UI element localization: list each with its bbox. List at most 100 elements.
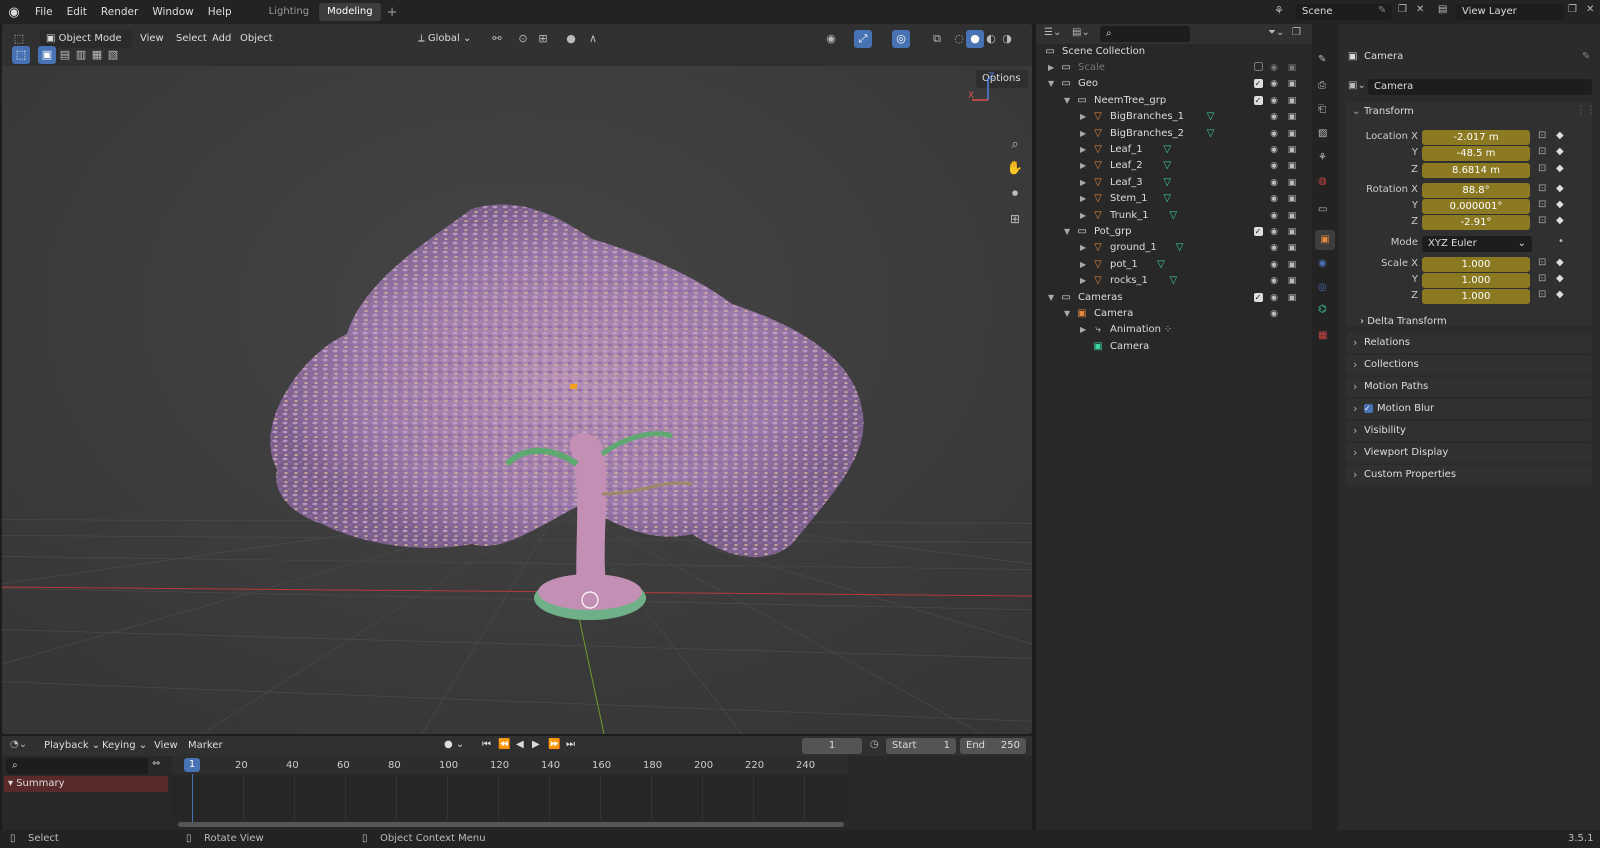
rendered-shading-icon[interactable]: ◑ bbox=[998, 30, 1016, 48]
eye-icon[interactable]: ◉ bbox=[1268, 210, 1280, 222]
add-menu[interactable]: Add bbox=[212, 30, 231, 48]
render-camera-icon[interactable]: ▣ bbox=[1286, 128, 1298, 140]
3d-viewport[interactable]: ⬚ ▣ Object Mode ⌄ View Select Add Object… bbox=[2, 24, 1032, 734]
snap-target-icon[interactable]: ⊞ bbox=[534, 30, 552, 48]
outliner-row[interactable]: ▶ ▽ pot_1 ▽ ◉ ▣ bbox=[1036, 257, 1312, 273]
eye-icon[interactable]: ◉ bbox=[1268, 144, 1280, 156]
lock-icon[interactable]: ⊡ bbox=[1538, 215, 1546, 226]
eye-icon[interactable]: ◉ bbox=[1268, 177, 1280, 189]
proportional-edit-icon[interactable]: ● bbox=[562, 30, 580, 48]
eye-icon[interactable]: ◉ bbox=[1268, 111, 1280, 123]
visibility-filter-icon[interactable]: ◉ bbox=[822, 30, 840, 48]
zoom-icon[interactable]: ⌕ bbox=[1006, 136, 1024, 154]
eye-icon[interactable]: ◉ bbox=[1268, 308, 1280, 320]
expand-arrow-icon[interactable]: ▶ bbox=[1080, 142, 1086, 158]
exclude-checkbox[interactable]: ✓ bbox=[1252, 292, 1264, 304]
outliner-row[interactable]: ▶ ▽ Leaf_2 ▽ ◉ ▣ bbox=[1036, 158, 1312, 174]
outliner-row[interactable]: ▶ ▽ Leaf_1 ▽ ◉ ▣ bbox=[1036, 142, 1312, 158]
keying-menu[interactable]: Keying ⌄ bbox=[102, 740, 147, 751]
render-camera-icon[interactable]: ▣ bbox=[1286, 259, 1298, 271]
play-reverse-icon[interactable]: ◀ bbox=[516, 739, 524, 750]
transform-header[interactable]: Transform bbox=[1364, 106, 1414, 117]
motion-blur-checkbox[interactable]: ✓ bbox=[1364, 404, 1373, 413]
new-collection-icon[interactable]: ❐ bbox=[1292, 27, 1301, 38]
snap-icon[interactable]: ⊙ bbox=[514, 30, 532, 48]
transform-orientation-dropdown[interactable]: ⟂ Global ⌄ bbox=[418, 30, 471, 48]
playhead-frame[interactable]: 1 bbox=[184, 758, 200, 772]
eye-icon[interactable]: ◉ bbox=[1268, 226, 1280, 238]
falloff-icon[interactable]: ∧ bbox=[584, 30, 602, 48]
transform-drag-icon[interactable]: ⋮⋮ bbox=[1576, 105, 1596, 116]
panel-relations[interactable]: Relations bbox=[1346, 333, 1592, 353]
jump-start-icon[interactable]: ⏮ bbox=[482, 739, 491, 750]
datablock-name-field[interactable]: Camera bbox=[1368, 79, 1592, 95]
outliner-editor-icon[interactable]: ☰⌄ bbox=[1044, 27, 1061, 38]
eye-icon[interactable]: ◉ bbox=[1268, 259, 1280, 271]
mode-keyframe-dot[interactable]: • bbox=[1558, 236, 1564, 247]
scene-type-icon[interactable]: ⚘ bbox=[1274, 4, 1284, 17]
timeline-scrollbar[interactable] bbox=[178, 822, 844, 827]
object-menu[interactable]: Object bbox=[240, 30, 273, 48]
panel-custom-properties[interactable]: Custom Properties bbox=[1346, 465, 1592, 485]
rotation-z-field[interactable]: -2.91° bbox=[1422, 215, 1530, 230]
display-mode-icon[interactable]: ▤⌄ bbox=[1072, 27, 1090, 38]
current-frame-field[interactable]: 1 bbox=[802, 738, 862, 754]
clock-icon[interactable]: ◷ bbox=[870, 739, 879, 750]
mesh-data-icon[interactable]: ▽ bbox=[1161, 193, 1173, 205]
select-tool-icon[interactable]: ⬚ bbox=[12, 46, 30, 64]
view-layer-field[interactable]: View Layer bbox=[1456, 4, 1564, 20]
mesh-data-icon[interactable]: ▽ bbox=[1161, 160, 1173, 172]
mesh-data-icon[interactable]: ▽ bbox=[1161, 177, 1173, 189]
exclude-checkbox[interactable]: ✓ bbox=[1252, 78, 1264, 90]
outliner-row[interactable]: ▼ ▭ Pot_grp ✓ ◉ ▣ bbox=[1036, 224, 1312, 240]
eye-icon[interactable]: ◉ bbox=[1268, 193, 1280, 205]
eye-icon[interactable]: ◉ bbox=[1268, 78, 1280, 90]
timeline-search[interactable]: ⌕ bbox=[6, 758, 148, 774]
render-camera-icon[interactable]: ▣ bbox=[1286, 210, 1298, 222]
mesh-data-icon[interactable]: ▽ bbox=[1205, 128, 1217, 140]
render-camera-icon[interactable]: ▣ bbox=[1286, 226, 1298, 238]
render-camera-icon[interactable]: ▣ bbox=[1286, 111, 1298, 123]
outliner-row[interactable]: ▣ Camera bbox=[1036, 339, 1312, 355]
delta-transform-subpanel[interactable]: › Delta Transform bbox=[1360, 316, 1447, 327]
tool-tab-icon[interactable]: ✎ bbox=[1318, 54, 1326, 65]
eye-icon[interactable]: ◉ bbox=[1268, 128, 1280, 140]
scene-tab-icon[interactable]: ⚘ bbox=[1318, 152, 1327, 163]
expand-arrow-icon[interactable]: ▼ bbox=[1064, 93, 1070, 109]
mesh-data-icon[interactable]: ▽ bbox=[1155, 259, 1167, 271]
rotation-x-field[interactable]: 88.8° bbox=[1422, 183, 1530, 198]
exclude-checkbox[interactable]: ✓ bbox=[1252, 95, 1264, 107]
scale-y-field[interactable]: 1.000 bbox=[1422, 273, 1530, 288]
rotation-mode-dropdown[interactable]: XYZ Euler ⌄ bbox=[1422, 236, 1532, 252]
filter-icon[interactable]: ⏷⌄ bbox=[1268, 27, 1284, 38]
outliner-row[interactable]: ▶ ▽ Stem_1 ▽ ◉ ▣ bbox=[1036, 191, 1312, 207]
keyframe-icon[interactable]: ◆ bbox=[1556, 146, 1564, 157]
navigation-gizmo[interactable] bbox=[964, 72, 1004, 112]
eye-icon[interactable]: ◉ bbox=[1268, 275, 1280, 287]
outliner-row[interactable]: ▶ ▭ Scale ◉ ▣ bbox=[1036, 60, 1312, 76]
keyframe-icon[interactable]: ◆ bbox=[1556, 273, 1564, 284]
outliner-row[interactable]: ▶ ▽ Trunk_1 ▽ ◉ ▣ bbox=[1036, 208, 1312, 224]
object-tab-icon[interactable]: ▣ bbox=[1315, 230, 1335, 250]
modifier-tab-icon[interactable]: ◉ bbox=[1318, 258, 1327, 269]
render-camera-icon[interactable]: ▣ bbox=[1286, 144, 1298, 156]
keyframe-icon[interactable]: ◆ bbox=[1556, 215, 1564, 226]
expand-arrow-icon[interactable]: ▶ bbox=[1080, 175, 1086, 191]
location-y-field[interactable]: -48.5 m bbox=[1422, 146, 1530, 161]
outliner-row[interactable]: ▶ ⤷ Animation ⁘ bbox=[1036, 322, 1312, 338]
view-menu[interactable]: View bbox=[140, 30, 164, 48]
lock-icon[interactable]: ⊡ bbox=[1538, 183, 1546, 194]
panel-viewport-display[interactable]: Viewport Display bbox=[1346, 443, 1592, 463]
render-camera-icon[interactable]: ▣ bbox=[1286, 62, 1298, 74]
gizmo-toggle-icon[interactable]: ⤢ bbox=[854, 30, 872, 48]
outliner-search[interactable]: ⌕ bbox=[1100, 26, 1190, 42]
jump-end-icon[interactable]: ⏭ bbox=[566, 739, 575, 750]
add-workspace-icon[interactable]: + bbox=[387, 5, 398, 20]
expand-arrow-icon[interactable]: ▶ bbox=[1080, 257, 1086, 273]
lock-icon[interactable]: ⊡ bbox=[1538, 273, 1546, 284]
xray-toggle-icon[interactable]: ⧉ bbox=[928, 30, 946, 48]
panel-motion-paths[interactable]: Motion Paths bbox=[1346, 377, 1592, 397]
pin-properties-icon[interactable]: ✎ bbox=[1582, 51, 1590, 62]
mesh-data-icon[interactable]: ▽ bbox=[1205, 111, 1217, 123]
end-frame-field[interactable]: End 250 bbox=[960, 738, 1026, 754]
